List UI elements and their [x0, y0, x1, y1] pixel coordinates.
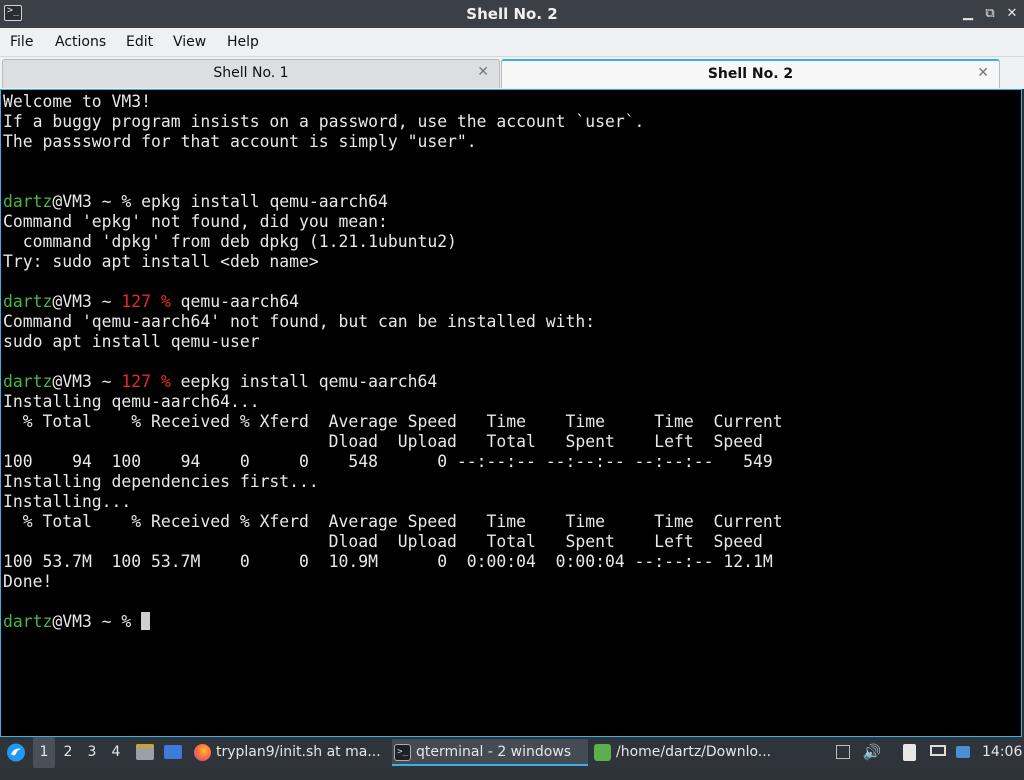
terminal-line-text: Installing dependencies first...: [3, 472, 319, 491]
tab-label: Shell No. 2: [707, 66, 794, 82]
clipboard-icon[interactable]: [900, 737, 920, 768]
tab-label: Shell No. 1: [213, 65, 289, 81]
close-window-button[interactable]: ✕: [1002, 4, 1022, 24]
display-icon[interactable]: [928, 737, 948, 768]
close-tab-icon[interactable]: ✕: [477, 64, 489, 80]
terminal-line-text: Try: sudo apt install <deb name>: [3, 252, 319, 271]
bird-logo-icon: [7, 743, 25, 762]
exit-code: 127 %: [121, 372, 171, 391]
clock[interactable]: 14:06: [982, 737, 1022, 768]
desktop-icon[interactable]: [162, 737, 184, 768]
terminal-line-text: @VM3 ~: [52, 372, 122, 391]
restore-button[interactable]: ⧉: [980, 4, 1000, 24]
terminal-line-text: command 'dpkg' from deb dpkg (1.21.1ubun…: [3, 232, 457, 251]
prompt-user: dartz: [3, 192, 53, 211]
terminal-text: Welcome to VM3! If a buggy program insis…: [3, 92, 783, 632]
terminal-line-text: sudo apt install qemu-user: [3, 332, 260, 351]
terminal-line-text: Command 'qemu-aarch64' not found, but ca…: [3, 312, 596, 331]
task-qterminal[interactable]: >_ qterminal - 2 windows: [392, 739, 588, 766]
workspace-1[interactable]: 1: [33, 737, 55, 768]
prompt-user: dartz: [3, 292, 53, 311]
close-tab-icon[interactable]: ✕: [977, 65, 989, 81]
prompt-user: dartz: [3, 612, 53, 631]
tab-shell-1[interactable]: Shell No. 1 ✕: [2, 59, 500, 88]
window-title: Shell No. 2: [466, 5, 558, 23]
menu-bar: File Actions Edit View Help: [0, 28, 1024, 57]
terminal-line-text: @VM3 ~ % epkg install qemu-aarch64: [52, 192, 388, 211]
terminal-icon: >_: [394, 744, 411, 761]
terminal-line-text: Installing...: [3, 492, 132, 511]
terminal-line-text: Command 'epkg' not found, did you mean:: [3, 212, 388, 231]
terminal-line-text: 100 94 100 94 0 0 548 0 --:--:-- --:--:-…: [3, 452, 773, 471]
terminal-line-text: qemu-aarch64: [170, 292, 300, 311]
terminal-line-text: Done!: [3, 572, 53, 591]
window-titlebar: >_ Shell No. 2 ▁ ⧉ ✕: [0, 0, 1024, 28]
terminal-line-text: % Total % Received % Xferd Average Speed…: [3, 412, 783, 431]
task-file-manager[interactable]: /home/dartz/Downlo...: [592, 739, 788, 766]
terminal-line-text: % Total % Received % Xferd Average Speed…: [3, 512, 783, 531]
folder-icon: [594, 744, 611, 761]
start-menu-button[interactable]: [4, 737, 28, 768]
task-label: tryplan9/init.sh at ma...: [216, 744, 381, 760]
menu-help[interactable]: Help: [227, 34, 259, 50]
terminal-line-text: eepkg install qemu-aarch64: [170, 372, 438, 391]
exit-code: 127 %: [121, 292, 171, 311]
terminal-line-text: Dload Upload Total Spent Left Speed: [3, 432, 763, 451]
menu-file[interactable]: File: [10, 34, 33, 50]
terminal-line-text: The passsword for that account is simply…: [3, 132, 477, 151]
firefox-icon: [194, 744, 211, 761]
volume-icon[interactable]: 🔊: [862, 737, 882, 768]
show-desktop-icon[interactable]: [134, 737, 156, 768]
task-label: /home/dartz/Downlo...: [616, 744, 772, 760]
task-label: qterminal - 2 windows: [416, 744, 572, 760]
menu-edit[interactable]: Edit: [126, 34, 153, 50]
terminal-output[interactable]: Welcome to VM3! If a buggy program insis…: [0, 89, 1022, 737]
terminal-line-text: 100 53.7M 100 53.7M 0 0 10.9M 0 0:00:04 …: [3, 552, 773, 571]
minimize-all-icon[interactable]: [834, 737, 854, 768]
terminal-line-text: Installing qemu-aarch64...: [3, 392, 260, 411]
terminal-line-text: If a buggy program insists on a password…: [3, 112, 645, 131]
minimize-button[interactable]: ▁: [958, 4, 978, 24]
prompt-user: dartz: [3, 372, 53, 391]
network-icon[interactable]: [954, 737, 974, 768]
terminal-line-text: Welcome to VM3!: [3, 92, 152, 111]
terminal-line-text: Dload Upload Total Spent Left Speed: [3, 532, 763, 551]
terminal-cursor: [141, 612, 151, 630]
task-firefox[interactable]: tryplan9/init.sh at ma...: [192, 739, 388, 766]
tab-shell-2[interactable]: Shell No. 2 ✕: [501, 59, 1000, 88]
terminal-line-text: @VM3 ~ %: [52, 612, 142, 631]
workspace-4[interactable]: 4: [105, 737, 127, 768]
taskbar: 1 2 3 4 tryplan9/init.sh at ma... >_ qte…: [0, 737, 1024, 768]
menu-view[interactable]: View: [173, 34, 206, 50]
workspace-3[interactable]: 3: [81, 737, 103, 768]
menu-actions[interactable]: Actions: [55, 34, 106, 50]
workspace-2[interactable]: 2: [57, 737, 79, 768]
terminal-line-text: @VM3 ~: [52, 292, 122, 311]
tab-bar: Shell No. 1 ✕ Shell No. 2 ✕: [0, 57, 1024, 89]
